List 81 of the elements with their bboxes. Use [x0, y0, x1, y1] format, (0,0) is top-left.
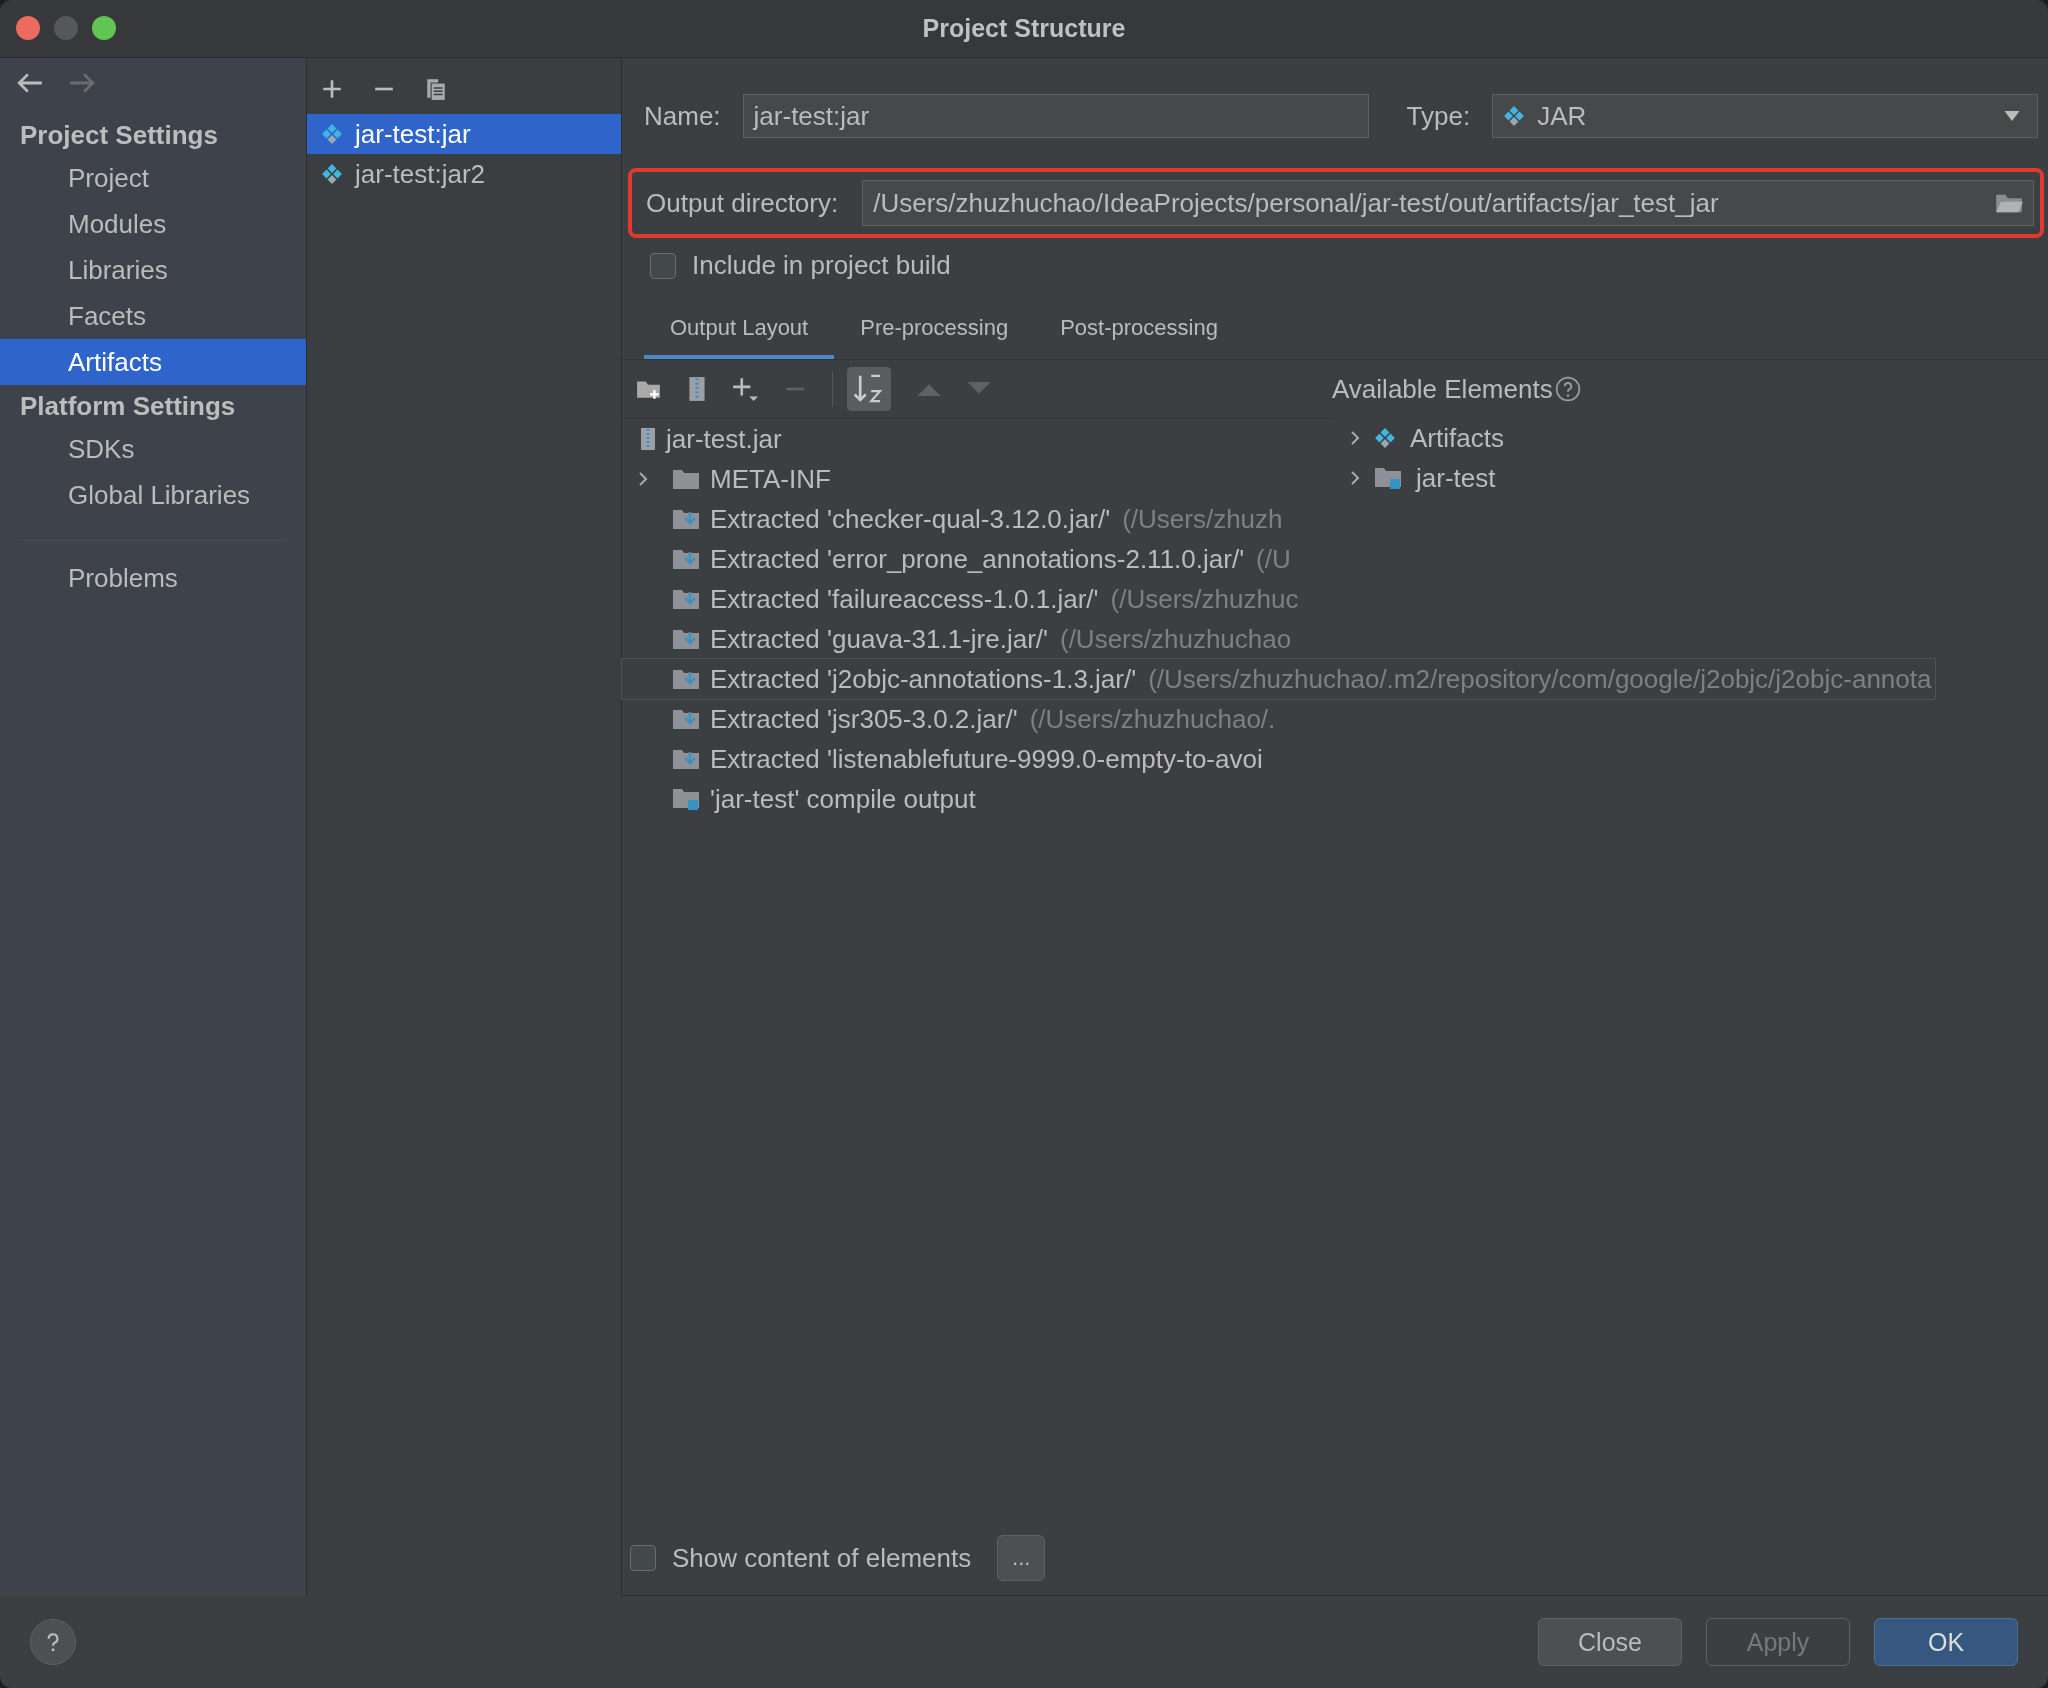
expand-chevron-icon[interactable] [1350, 430, 1360, 446]
tree-item[interactable]: jar-test [1416, 462, 1496, 494]
extract-folder-icon [672, 748, 700, 770]
add-dropdown-icon[interactable] [732, 376, 758, 402]
checkbox-label: Show content of elements [672, 1542, 972, 1574]
module-folder-icon [1374, 466, 1402, 490]
section-heading: Platform Settings [19, 390, 237, 423]
expand-chevron-icon[interactable] [1350, 470, 1360, 486]
artifact-icon [1503, 105, 1526, 127]
tree-item[interactable]: Extracted 'error_prone_annotations-2.11.0.jar/' [710, 543, 1245, 575]
more-button[interactable]: ... [997, 1535, 1046, 1581]
tree-item-path: (/Users/zhuzhuchao/. [1029, 703, 1276, 735]
extract-folder-icon [672, 588, 700, 610]
caret-icon [2003, 111, 2021, 121]
help-icon[interactable] [1554, 376, 1581, 402]
archive-icon [640, 427, 656, 451]
artifact-name: jar-test:jar2 [355, 158, 486, 190]
extract-folder-icon [672, 708, 700, 730]
panel-title: Available Elements [1332, 373, 1553, 405]
sidebar-item[interactable]: Project [0, 155, 306, 201]
new-folder-icon[interactable] [636, 378, 662, 400]
tree-item[interactable]: Extracted 'failureaccess-1.0.1.jar/' [710, 583, 1099, 615]
artifact-icon [321, 163, 343, 185]
tree-item-path: (/Users/zhuzh [1122, 503, 1283, 535]
help-button[interactable] [30, 1619, 76, 1665]
artifact-name: jar-test:jar [355, 118, 471, 150]
sidebar-item[interactable]: Modules [0, 201, 306, 247]
sidebar-item[interactable]: SDKs [0, 426, 306, 472]
tree-item[interactable]: META-INF [710, 463, 831, 495]
dialog-button[interactable]: Close [1538, 1618, 1682, 1666]
zoom-window-button[interactable] [92, 16, 116, 40]
copy-icon[interactable] [425, 77, 447, 101]
tab[interactable]: Output Layout [644, 305, 835, 359]
tab[interactable]: Post-processing [1034, 305, 1244, 359]
sidebar-item[interactable]: Libraries [0, 247, 306, 293]
sidebar-item[interactable]: Artifacts [0, 339, 306, 385]
back-arrow-icon[interactable] [16, 72, 44, 94]
checkbox[interactable] [630, 1545, 656, 1571]
tree-item-path: (/Users/zhuzhuchao [1060, 623, 1292, 655]
tree-item[interactable]: Extracted 'guava-31.1-jre.jar/' [710, 623, 1048, 655]
dialog-button[interactable]: OK [1874, 1618, 2018, 1666]
checkbox-label: Include in project build [692, 250, 951, 281]
sidebar-item[interactable]: Problems [0, 555, 306, 601]
type-dropdown[interactable]: JAR [1492, 94, 2038, 138]
expand-chevron-icon[interactable] [638, 471, 648, 487]
module-folder-icon [672, 787, 700, 811]
artifact-item[interactable]: jar-test:jar [307, 114, 621, 154]
tree-item[interactable]: Extracted 'listenablefuture-9999.0-empty-to-avoi [710, 743, 1263, 775]
extract-folder-icon [672, 548, 700, 570]
tree-item[interactable]: 'jar-test' compile output [710, 783, 976, 815]
sort-icon[interactable] [847, 367, 891, 411]
extract-folder-icon [672, 628, 700, 650]
folder-icon[interactable] [1995, 192, 2023, 214]
tree-item[interactable]: Artifacts [1410, 422, 1504, 454]
sidebar-item[interactable]: Global Libraries [0, 472, 306, 518]
tree-item-path: (/Users/zhuzhuc [1110, 583, 1299, 615]
output-directory-field[interactable]: /Users/zhuzhuchao/IdeaProjects/personal/jar-test/out/artifacts/jar_test_jar [862, 180, 2034, 226]
artifact-item[interactable]: jar-test:jar2 [307, 154, 621, 194]
add-icon[interactable] [321, 78, 343, 100]
name-field[interactable]: jar-test:jar [742, 94, 1369, 138]
folder-icon [672, 468, 700, 490]
tab[interactable]: Pre-processing [834, 305, 1035, 359]
tree-item-path: (/Users/zhuzhuchao/.m2/repository/com/google/j2objc/j2objc-annota [1148, 663, 1932, 695]
artifact-icon [321, 123, 343, 145]
window-title: Project Structure [922, 14, 1126, 43]
close-window-button[interactable] [16, 16, 40, 40]
archive-icon[interactable] [688, 376, 706, 402]
tree-item[interactable]: Extracted 'j2objc-annotations-1.3.jar/' [710, 663, 1137, 695]
section-heading: Project Settings [19, 119, 219, 152]
tree-item-path: (/U [1256, 543, 1291, 575]
sidebar-item[interactable]: Facets [0, 293, 306, 339]
artifact-icon [1374, 427, 1396, 449]
field-label: Name: [644, 100, 721, 132]
tree-item[interactable]: Extracted 'jsr305-3.0.2.jar/' [710, 703, 1018, 735]
extract-folder-icon [672, 508, 700, 530]
field-label: Output directory: [646, 187, 839, 219]
checkbox[interactable] [650, 252, 676, 279]
tree-item[interactable]: Extracted 'checker-qual-3.12.0.jar/' [710, 503, 1111, 535]
field-label: Type: [1406, 100, 1471, 132]
extract-folder-icon [672, 668, 700, 690]
tree-item[interactable]: jar-test.jar [666, 423, 782, 455]
